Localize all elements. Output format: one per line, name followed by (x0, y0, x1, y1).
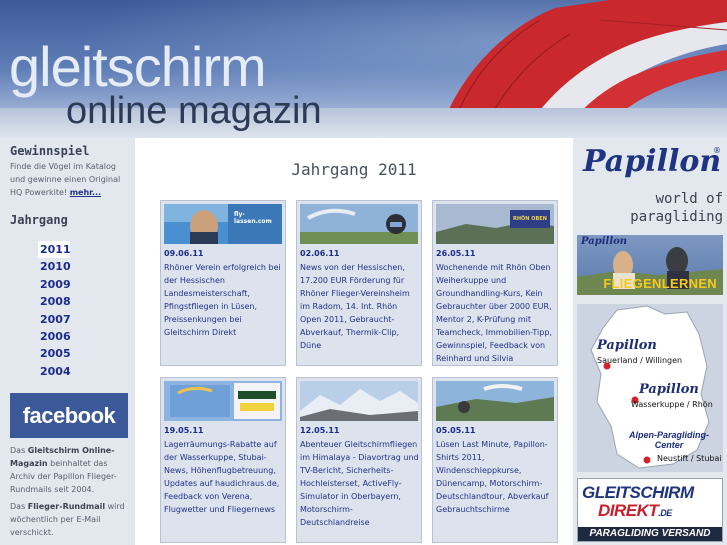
fliegenlernen-brand: Papillon (581, 236, 628, 247)
year-list: 2011 2010 2009 2008 2007 2006 2005 2004 (0, 227, 135, 380)
left-sidebar: Gewinnspiel Finde die Vögel im Katalog u… (0, 138, 135, 545)
about-info: Das Gleitschirm Online-Magazin beinhalte… (10, 444, 132, 543)
news-thumbnail[interactable]: RHÖN OBEN (436, 204, 554, 244)
gewinnspiel-title: Gewinnspiel (10, 144, 90, 158)
main-content: Jahrgang 2011 fly-lassen.com 09.06.11 Rh… (135, 138, 573, 545)
year-link-2006[interactable]: 2006 (40, 328, 135, 345)
about-text-1: Das Gleitschirm Online-Magazin beinhalte… (10, 446, 117, 494)
news-date: 05.05.11 (436, 426, 476, 435)
site-logo-sub[interactable]: online magazin (66, 90, 322, 133)
news-thumbnail-label: RHÖN OBEN (513, 216, 547, 222)
map-brand-2: Papillon (639, 382, 699, 397)
year-link-2009[interactable]: 2009 (40, 276, 135, 293)
year-link-2005[interactable]: 2005 (40, 345, 135, 362)
news-date: 09.06.11 (164, 249, 204, 258)
about-text-2: Das Flieger-Rundmail wird wöchentlich pe… (10, 502, 125, 537)
facebook-button[interactable]: facebook (10, 393, 128, 438)
news-card[interactable]: 02.06.11 News von der Hessischen, 17.200… (296, 200, 422, 366)
registered-mark: ® (713, 146, 721, 155)
news-thumbnail[interactable] (164, 381, 282, 421)
year-link-2011[interactable]: 2011 (38, 241, 71, 259)
news-card[interactable]: 12.05.11 Abenteuer Gleitschirmfliegen im… (296, 377, 422, 543)
locations-map-ad[interactable]: Papillon Sauerland / Willingen Papillon … (577, 304, 723, 472)
gd-tagline: PARAGLIDING VERSAND (578, 527, 722, 541)
news-link[interactable]: News von der Hessischen, 17.200 EUR Förd… (300, 261, 420, 352)
year-link-2010[interactable]: 2010 (40, 258, 135, 275)
news-card[interactable]: fly-lassen.com 09.06.11 Rhöner Verein er… (160, 200, 286, 366)
news-date: 02.06.11 (300, 249, 340, 258)
news-thumbnail[interactable] (300, 381, 418, 421)
map-location-1[interactable]: Sauerland / Willingen (597, 356, 682, 365)
news-thumbnail[interactable]: fly-lassen.com (164, 204, 282, 244)
news-link[interactable]: Lüsen Last Minute, Papillon-Shirts 2011,… (436, 438, 556, 516)
news-card[interactable]: 05.05.11 Lüsen Last Minute, Papillon-Shi… (432, 377, 558, 543)
news-date: 19.05.11 (164, 426, 204, 435)
map-alpen-center: Alpen-Paragliding-Center (628, 430, 709, 450)
fliegenlernen-label: FLIEGENLERNEN (603, 276, 717, 291)
gewinnspiel-text: Finde die Vögel im Katalog und gewinne e… (0, 158, 135, 199)
jahrgang-title: Jahrgang (10, 213, 68, 227)
news-link[interactable]: Wochenende mit Rhön Oben Weiherkuppe und… (436, 261, 556, 365)
news-thumbnail[interactable] (300, 204, 418, 244)
news-thumbnail-label: fly-lassen.com (234, 211, 272, 225)
right-sidebar: Papillon ® world of paragliding Papillon… (573, 138, 727, 545)
gewinnspiel-text-body: Finde die Vögel im Katalog und gewinne e… (10, 162, 121, 197)
fliegenlernen-ad[interactable]: Papillon FLIEGENLERNEN (577, 235, 723, 295)
papillon-tagline: world of paragliding (630, 191, 723, 225)
news-link[interactable]: Lagerräumungs-Rabatte auf der Wasserkupp… (164, 438, 284, 516)
papillon-logo: Papillon (583, 144, 722, 179)
news-card[interactable]: 19.05.11 Lagerräumungs-Rabatte auf der W… (160, 377, 286, 543)
year-link-2008[interactable]: 2008 (40, 293, 135, 310)
news-link[interactable]: Rhöner Verein erfolgreich bei der Hessis… (164, 261, 284, 339)
news-card[interactable]: RHÖN OBEN 26.05.11 Wochenende mit Rhön O… (432, 200, 558, 366)
page-title: Jahrgang 2011 (291, 160, 417, 179)
map-location-3[interactable]: Neustift / Stubai (657, 454, 722, 463)
map-location-2[interactable]: Wasserkuppe / Rhön (631, 400, 713, 409)
news-date: 12.05.11 (300, 426, 340, 435)
news-thumbnail[interactable] (436, 381, 554, 421)
news-date: 26.05.11 (436, 249, 476, 258)
page: gleitschirm online magazin Gewinnspiel F… (0, 0, 727, 545)
news-link[interactable]: Abenteuer Gleitschirmfliegen im Himalaya… (300, 438, 420, 529)
year-link-2007[interactable]: 2007 (40, 311, 135, 328)
papillon-ad[interactable]: Papillon ® world of paragliding (577, 144, 723, 232)
gd-logo-line1: GLEITSCHIRM (582, 483, 694, 502)
gd-logo-line2: DIREKT.DE (598, 501, 672, 520)
gewinnspiel-more-link[interactable]: mehr... (70, 188, 101, 197)
header-banner[interactable]: gleitschirm online magazin (0, 0, 727, 138)
map-brand-1: Papillon (597, 338, 657, 353)
year-link-2004[interactable]: 2004 (40, 363, 135, 380)
gleitschirm-direkt-ad[interactable]: GLEITSCHIRM DIREKT.DE PARAGLIDING VERSAN… (577, 478, 723, 542)
